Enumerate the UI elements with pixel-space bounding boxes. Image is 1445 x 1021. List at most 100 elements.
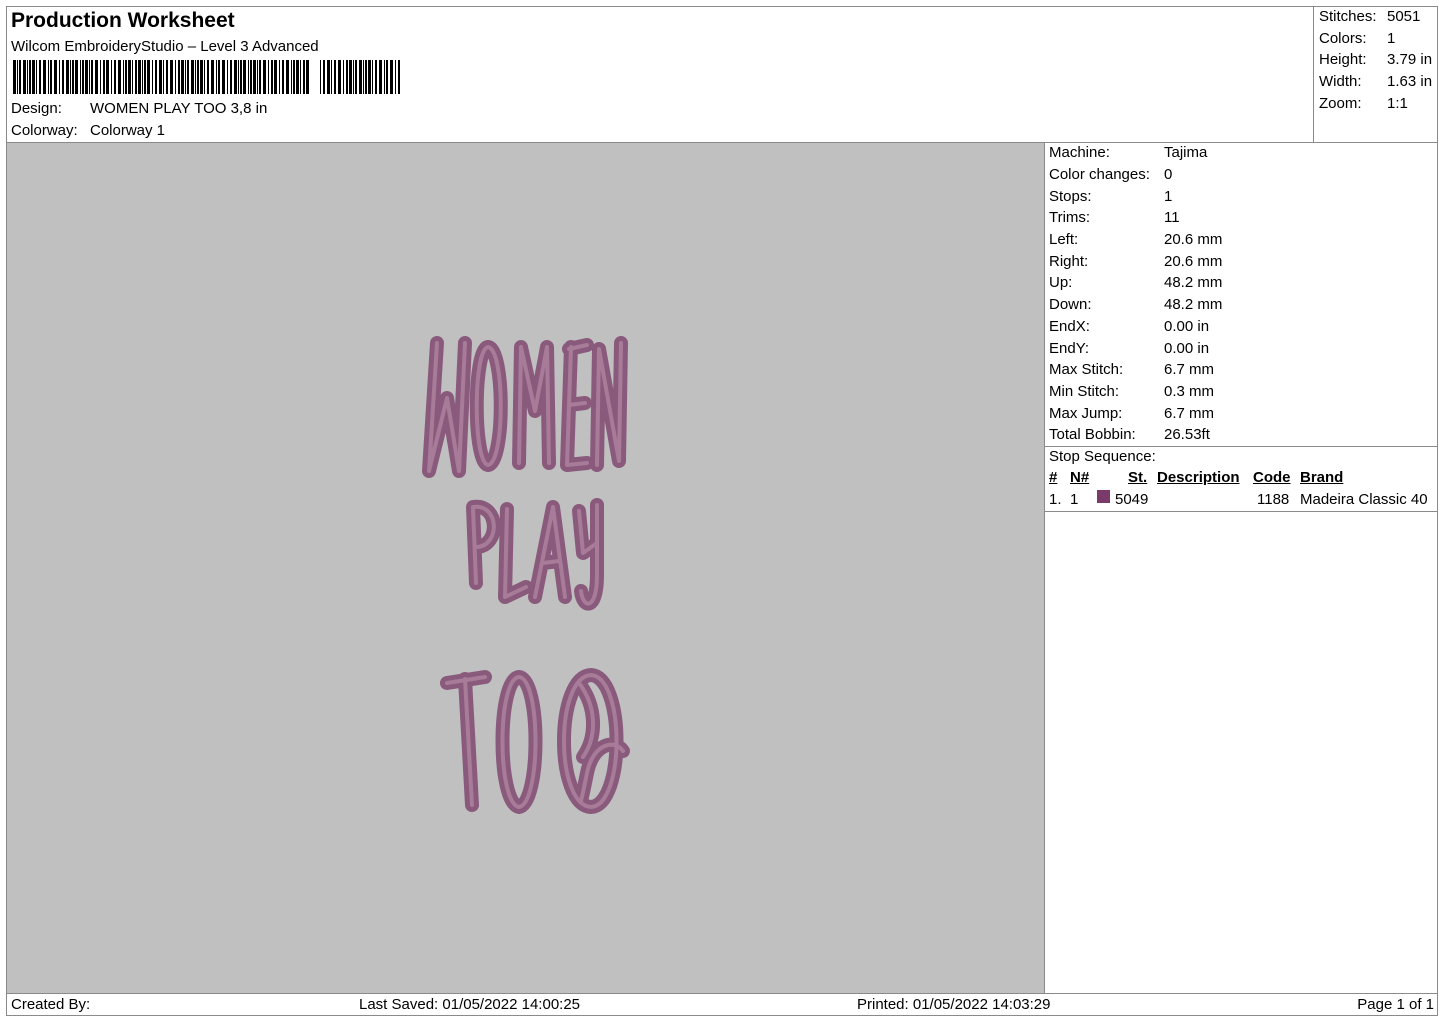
barcode-bar <box>398 60 400 94</box>
row-st: 5049 <box>1115 491 1149 508</box>
barcode-bar <box>234 60 237 94</box>
info-value: Tajima <box>1164 144 1208 161</box>
info-row: Max Stitch: 6.7 mm <box>1049 361 1214 378</box>
barcode-bar <box>13 60 16 94</box>
info-label: Max Jump: <box>1049 405 1123 422</box>
stat-value: 1.63 in <box>1387 73 1433 90</box>
barcode-bar <box>274 60 277 94</box>
col-n: N# <box>1070 469 1090 486</box>
barcode-bar <box>327 60 330 94</box>
info-label: EndX: <box>1049 318 1090 335</box>
stat-label: Stitches: <box>1319 8 1377 25</box>
info-row: Up: 48.2 mm <box>1049 274 1222 291</box>
col-brand: Brand <box>1300 469 1344 486</box>
divider <box>1045 511 1438 512</box>
barcode-bar <box>334 60 336 94</box>
barcode-bar <box>39 60 41 94</box>
barcode-bar <box>200 60 203 94</box>
worksheet-header: Production Worksheet Wilcom EmbroiderySt… <box>7 7 1314 143</box>
barcode-bar <box>54 60 57 94</box>
barcode-bar <box>300 60 301 94</box>
barcode-bar <box>170 60 173 94</box>
barcode-bar <box>243 60 246 94</box>
stat-label: Width: <box>1319 73 1362 90</box>
page-title: Production Worksheet <box>11 9 235 32</box>
barcode-bar <box>306 60 309 94</box>
info-value: 48.2 mm <box>1164 274 1223 291</box>
barcode-bar <box>123 60 124 94</box>
barcode-bar <box>279 60 280 94</box>
info-value: 26.53ft <box>1164 426 1210 443</box>
barcode-bar <box>286 60 289 94</box>
info-label: Total Bobbin: <box>1049 426 1136 443</box>
barcode-bar <box>230 60 232 94</box>
barcode-bar <box>48 60 49 94</box>
stat-label: Zoom: <box>1319 95 1362 112</box>
barcode-bar <box>372 60 373 94</box>
barcode-bar <box>91 60 93 94</box>
barcode-bar <box>72 60 74 94</box>
row-brand: Madeira Classic 40 <box>1300 491 1428 508</box>
barcode-bar <box>268 60 269 94</box>
col-code: Code <box>1253 469 1291 486</box>
barcode-bar <box>248 60 249 94</box>
worksheet-frame: Production Worksheet Wilcom EmbroiderySt… <box>6 6 1438 1016</box>
stat-row: Height: 3.79 in <box>1319 51 1432 68</box>
info-label: Left: <box>1049 231 1079 248</box>
barcode-bar <box>259 60 261 94</box>
info-row: Right: 20.6 mm <box>1049 253 1222 270</box>
barcode-bar <box>144 60 146 94</box>
thread-color-swatch <box>1097 490 1110 503</box>
barcode-bar <box>95 60 98 94</box>
row-code: 1188 <box>1257 491 1290 508</box>
info-label: Down: <box>1049 296 1092 313</box>
barcode-bar <box>250 60 252 94</box>
design-value: WOMEN PLAY TOO 3,8 in <box>90 100 268 117</box>
barcode-bar <box>379 60 382 94</box>
info-label: Trims: <box>1049 209 1091 226</box>
barcode-bar <box>253 60 256 94</box>
barcode-bar <box>349 60 352 94</box>
barcode-bar <box>263 60 266 94</box>
row-num: 1. <box>1049 491 1062 508</box>
barcode <box>13 60 400 94</box>
info-label: Min Stitch: <box>1049 383 1120 400</box>
barcode-bar <box>43 60 46 94</box>
info-label: EndY: <box>1049 340 1090 357</box>
info-row: Max Jump: 6.7 mm <box>1049 405 1214 422</box>
barcode-bar <box>159 60 162 94</box>
barcode-bar <box>195 60 196 94</box>
barcode-bar <box>36 60 37 94</box>
barcode-bar <box>138 60 141 94</box>
info-value: 48.2 mm <box>1164 296 1223 313</box>
barcode-bar <box>218 60 220 94</box>
info-row: Stops: 1 <box>1049 188 1172 205</box>
info-row: Machine: Tajima <box>1049 144 1207 161</box>
barcode-bar <box>106 60 109 94</box>
barcode-bar <box>100 60 101 94</box>
embroidery-design <box>422 336 630 814</box>
info-value: 1 <box>1164 188 1173 205</box>
barcode-bar <box>303 60 305 94</box>
barcode-bar <box>85 60 88 94</box>
barcode-bar <box>207 60 209 94</box>
divider <box>1045 446 1438 447</box>
barcode-bar <box>185 60 186 94</box>
last-saved: Last Saved: 01/05/2022 14:00:25 <box>359 996 581 1013</box>
info-label: Color changes: <box>1049 166 1150 183</box>
barcode-bar <box>142 60 143 94</box>
barcode-bar <box>222 60 225 94</box>
info-row: Color changes: 0 <box>1049 166 1172 183</box>
barcode-bar <box>386 60 388 94</box>
printed-date: Printed: 01/05/2022 14:03:29 <box>857 996 1051 1013</box>
barcode-bar <box>368 60 371 94</box>
barcode-bar <box>132 60 133 94</box>
barcode-bar <box>359 60 362 94</box>
barcode-bar <box>384 60 385 94</box>
col-description: Description <box>1157 469 1240 486</box>
barcode-bar <box>152 60 153 94</box>
colorway-row: Colorway: Colorway 1 <box>11 122 165 139</box>
stat-value: 1 <box>1387 30 1396 47</box>
barcode-bar <box>346 60 348 94</box>
barcode-bar <box>175 60 176 94</box>
